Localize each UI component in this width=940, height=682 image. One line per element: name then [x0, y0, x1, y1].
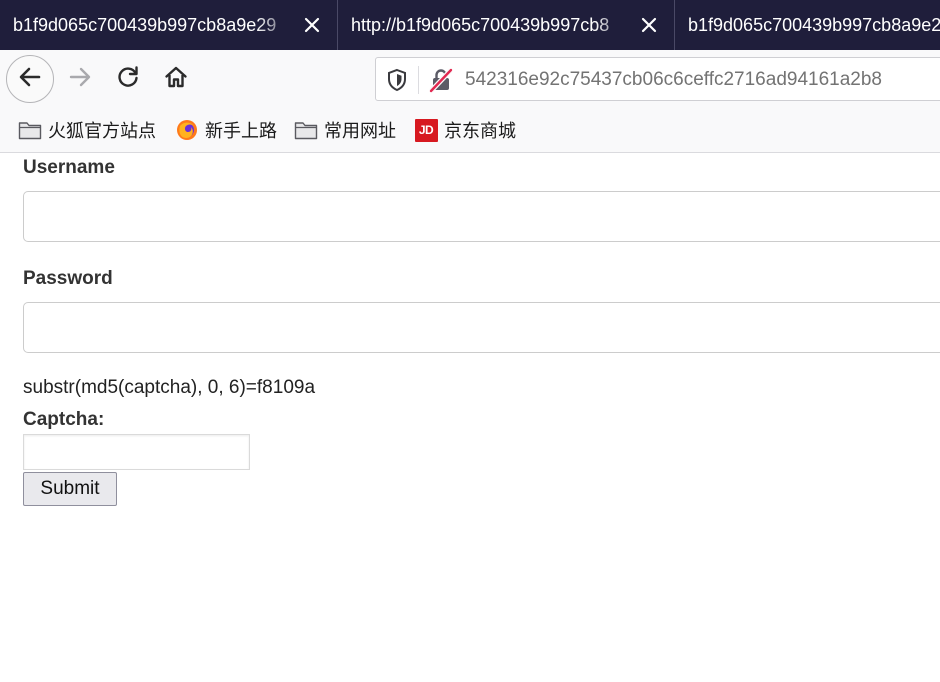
folder-icon [18, 119, 42, 141]
jd-icon: JD [414, 118, 438, 142]
tab-1[interactable]: b1f9d065c700439b997cb8a9e29 [0, 0, 338, 50]
arrow-left-icon [17, 64, 43, 95]
arrow-right-icon [67, 64, 93, 95]
username-input[interactable] [23, 191, 940, 242]
forward-button[interactable] [64, 63, 96, 95]
captcha-input[interactable] [23, 434, 250, 470]
bookmark-label: 京东商城 [444, 121, 516, 141]
bookmark-item[interactable]: JD 京东商城 [414, 117, 516, 143]
back-button[interactable] [6, 55, 54, 103]
username-label: Username [23, 157, 115, 178]
home-icon [163, 64, 189, 95]
bookmark-label: 火狐官方站点 [48, 121, 156, 141]
url-text: 542316e92c75437cb06c6ceffc2716ad94161a2b… [465, 69, 882, 90]
tab-title: b1f9d065c700439b997cb8a9e2 [688, 14, 940, 35]
captcha-hint: substr(md5(captcha), 0, 6)=f8109a [23, 377, 316, 398]
close-icon[interactable] [638, 14, 660, 36]
bookmark-label: 常用网址 [324, 121, 396, 141]
tab-2[interactable]: http://b1f9d065c700439b997cb8 [338, 0, 675, 50]
bookmark-item[interactable]: 火狐官方站点 [18, 117, 156, 143]
submit-button[interactable]: Submit [23, 472, 117, 506]
captcha-label: Captcha: [23, 409, 105, 430]
bookmark-item[interactable]: 常用网址 [294, 117, 396, 143]
urlbar-divider [418, 66, 419, 94]
folder-icon [294, 119, 318, 141]
password-input[interactable] [23, 302, 940, 353]
bookmark-label: 新手上路 [205, 121, 277, 141]
tab-3[interactable]: b1f9d065c700439b997cb8a9e2 [675, 0, 940, 50]
close-icon[interactable] [301, 14, 323, 36]
home-button[interactable] [160, 63, 192, 95]
jd-logo: JD [414, 118, 438, 142]
tracking-shield-icon[interactable] [386, 68, 408, 97]
bookmark-item[interactable]: 新手上路 [175, 117, 277, 143]
insecure-lock-icon[interactable] [428, 67, 454, 98]
tab-title: b1f9d065c700439b997cb8a9e29 [13, 14, 277, 35]
tab-title: http://b1f9d065c700439b997cb8 [351, 14, 610, 35]
reload-icon [115, 64, 141, 95]
bookmarks-toolbar: 火狐官方站点 新手上路 常用网址 JD 京东商城 [0, 108, 940, 153]
reload-button[interactable] [112, 63, 144, 95]
url-bar[interactable]: 542316e92c75437cb06c6ceffc2716ad94161a2b… [375, 57, 940, 101]
password-label: Password [23, 268, 113, 289]
nav-bar: 542316e92c75437cb06c6ceffc2716ad94161a2b… [0, 50, 940, 108]
firefox-icon [175, 119, 199, 141]
tab-strip: b1f9d065c700439b997cb8a9e29 http://b1f9d… [0, 0, 940, 50]
page-content: Username Password substr(md5(captcha), 0… [0, 153, 940, 682]
